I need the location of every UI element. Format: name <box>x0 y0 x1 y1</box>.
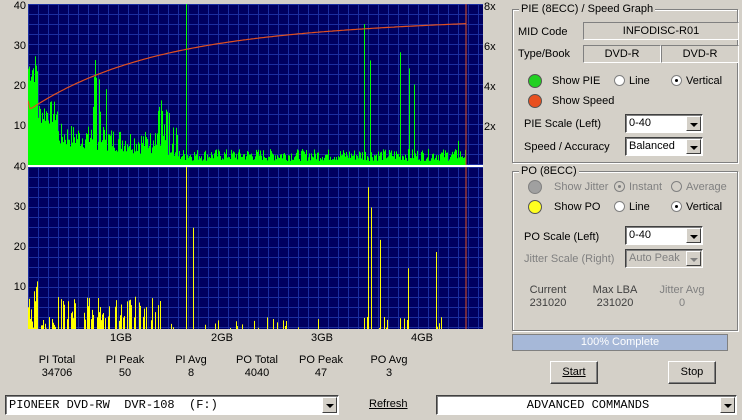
mid-code-value: INFODISC-R01 <box>583 22 739 40</box>
pie-line-label: Line <box>629 75 650 87</box>
jitter-avg: Jitter Avg 0 <box>659 284 705 309</box>
jitter-scale-label: Jitter Scale (Right) <box>524 253 615 265</box>
jitter-average-label: Average <box>686 181 727 193</box>
stat-po-avg: PO Avg 3 <box>370 354 408 379</box>
show-po-label[interactable]: Show PO <box>554 201 600 213</box>
speed-tick: 8x <box>484 1 496 13</box>
chevron-down-icon[interactable] <box>322 397 337 413</box>
jitter-scale-select: Auto Peak <box>625 249 703 268</box>
group-title: PO (8ECC) <box>519 165 579 177</box>
jitter-instant-radio <box>614 181 625 192</box>
speed-tick: 6x <box>484 41 496 53</box>
jitter-instant-label: Instant <box>629 181 663 193</box>
start-button[interactable]: Start <box>550 361 598 384</box>
mid-code-label: MID Code <box>518 26 568 38</box>
pie-y-tick: 40 <box>13 0 26 12</box>
pie-chart <box>28 4 483 165</box>
pie-scale-select[interactable]: 0-40 <box>625 114 703 133</box>
po-color-swatch[interactable] <box>528 200 542 214</box>
refresh-link[interactable]: Refresh <box>369 398 408 410</box>
po-vertical-label: Vertical <box>686 201 723 213</box>
commands-select[interactable]: ADVANCED COMMANDS <box>436 395 737 415</box>
max-lba: Max LBA 231020 <box>592 284 638 309</box>
stat-pi-peak: PI Peak 50 <box>105 354 145 379</box>
po-y-tick: 40 <box>13 161 26 173</box>
x-tick: 3GB <box>310 332 334 344</box>
pie-scale-label: PIE Scale (Left) <box>524 118 602 130</box>
x-tick: 1GB <box>109 332 133 344</box>
po-line-label: Line <box>629 201 650 213</box>
speed-tick: 4x <box>484 81 496 93</box>
pie-vertical-radio[interactable] <box>671 75 682 86</box>
show-pie-label[interactable]: Show PIE <box>552 75 600 87</box>
speed-accuracy-select[interactable]: Balanced <box>625 137 703 156</box>
po-scale-label: PO Scale (Left) <box>524 231 600 243</box>
po-vertical-radio[interactable] <box>671 201 682 212</box>
type-value: DVD-R <box>583 45 661 63</box>
x-tick: 2GB <box>210 332 234 344</box>
pie-y-tick: 30 <box>13 40 26 52</box>
jitter-average-radio <box>671 181 682 192</box>
stat-po-total: PO Total 4040 <box>236 354 278 379</box>
po-y-tick: 20 <box>13 241 26 253</box>
po-y-tick: 30 <box>13 201 26 213</box>
pie-color-swatch[interactable] <box>528 74 542 88</box>
speed-tick: 2x <box>484 121 496 133</box>
book-value: DVD-R <box>661 45 739 63</box>
po-chart <box>28 167 483 329</box>
pie-y-tick: 10 <box>13 120 26 132</box>
stat-po-peak: PO Peak 47 <box>298 354 344 379</box>
jitter-color-swatch <box>528 180 542 194</box>
chevron-down-icon[interactable] <box>686 116 701 131</box>
pie-line-radio[interactable] <box>614 75 625 86</box>
x-tick: 4GB <box>410 332 434 344</box>
speed-accuracy-label: Speed / Accuracy <box>524 141 610 153</box>
stat-pi-avg: PI Avg 8 <box>175 354 207 379</box>
show-speed-label[interactable]: Show Speed <box>552 95 614 107</box>
drive-select[interactable]: PIONEER DVD-RW DVR-108 (F:) <box>5 395 339 415</box>
speed-color-swatch[interactable] <box>528 94 542 108</box>
chevron-down-icon[interactable] <box>686 228 701 243</box>
chevron-down-icon[interactable] <box>720 397 735 413</box>
po-y-tick: 10 <box>13 281 26 293</box>
stop-button[interactable]: Stop <box>668 361 716 384</box>
progress-text: 100% Complete <box>580 336 660 348</box>
po-scale-select[interactable]: 0-40 <box>625 226 703 245</box>
group-title: PIE (8ECC) / Speed Graph <box>519 3 656 15</box>
stat-pi-total: PI Total 34706 <box>38 354 76 379</box>
chevron-down-icon[interactable] <box>686 139 701 154</box>
current-lba: Current 231020 <box>529 284 567 309</box>
type-book-label: Type/Book <box>518 48 570 60</box>
progress-bar: 100% Complete <box>512 334 728 351</box>
pie-vertical-label: Vertical <box>686 75 723 87</box>
chevron-down-icon <box>686 251 701 266</box>
show-jitter-label: Show Jitter <box>554 181 609 193</box>
po-line-radio[interactable] <box>614 201 625 212</box>
pie-y-tick: 20 <box>13 80 26 92</box>
